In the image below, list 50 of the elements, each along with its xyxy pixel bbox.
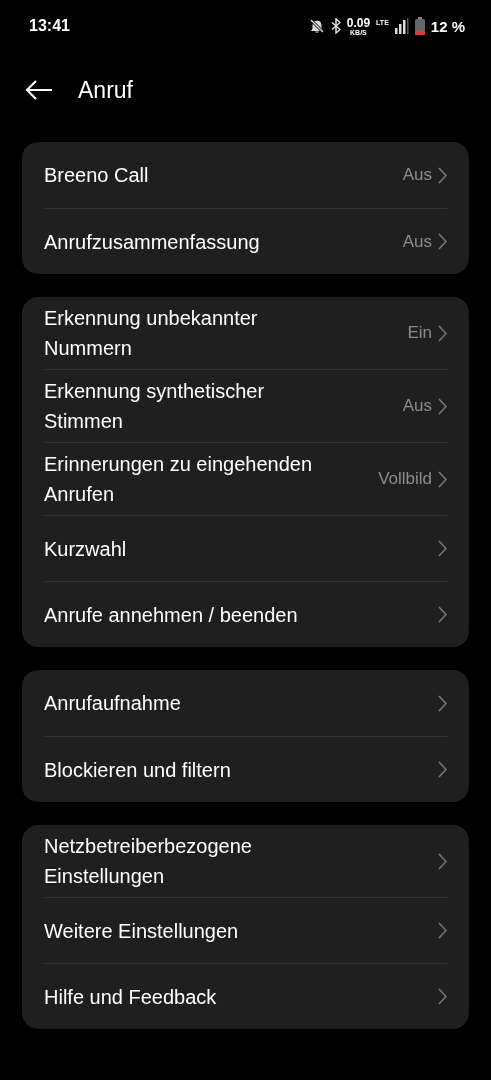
setting-value: Ein bbox=[407, 323, 432, 343]
page-title: Anruf bbox=[78, 76, 133, 104]
setting-label: Erkennung unbekannter Nummern bbox=[44, 306, 259, 361]
setting-value: Aus bbox=[402, 396, 432, 416]
signal-icon bbox=[394, 18, 409, 34]
setting-label: Netzbetreiberbezogene Einstellungen bbox=[44, 834, 253, 889]
chevron-icon bbox=[438, 397, 447, 415]
chevron-icon bbox=[438, 988, 447, 1005]
chevron-icon bbox=[438, 233, 447, 250]
setting-label: Hilfe und Feedback bbox=[44, 984, 217, 1010]
setting-label: Anrufaufnahme bbox=[44, 691, 181, 716]
settings-row[interactable]: Erkennung unbekannter Nummern Ein bbox=[44, 297, 447, 369]
chevron-icon bbox=[438, 470, 447, 488]
settings-row[interactable]: Netzbetreiberbezogene Einstellungen bbox=[44, 825, 447, 897]
chevron-icon bbox=[438, 694, 447, 712]
setting-label: Breeno Call bbox=[44, 163, 149, 188]
settings-row[interactable]: Anrufzusammenfassung Aus bbox=[44, 208, 447, 274]
chevron-icon bbox=[438, 166, 447, 184]
settings-row[interactable]: Breeno Call Aus bbox=[44, 142, 447, 208]
chevron-icon bbox=[438, 606, 447, 623]
setting-label: Blockieren und filtern bbox=[44, 757, 231, 783]
setting-label: Anrufzusammenfassung bbox=[44, 229, 260, 255]
settings-row[interactable]: Anrufe annehmen / beenden bbox=[44, 581, 447, 647]
setting-value: Aus bbox=[402, 165, 432, 185]
network-speed: 0.09 bbox=[346, 16, 371, 29]
settings-row[interactable]: Blockieren und filtern bbox=[44, 736, 447, 802]
chevron-icon bbox=[438, 852, 447, 870]
chevron-icon bbox=[438, 324, 447, 342]
setting-value: Aus bbox=[402, 231, 432, 252]
settings-row[interactable]: Hilfe und Feedback bbox=[44, 963, 447, 1029]
settings-row[interactable]: Kurzwahl bbox=[44, 515, 447, 581]
back-button[interactable] bbox=[24, 79, 54, 101]
setting-label: Kurzwahl bbox=[44, 536, 127, 562]
status-time: 13:41 bbox=[29, 17, 70, 35]
settings-row[interactable]: Erkennung synthetischer Stimmen Aus bbox=[44, 369, 447, 442]
setting-label: Erinnerungen zu eingehenden Anrufen bbox=[44, 452, 313, 507]
chevron-icon bbox=[438, 922, 447, 939]
settings-row[interactable]: Weitere Einstellungen bbox=[44, 897, 447, 963]
chevron-icon bbox=[438, 540, 447, 557]
setting-label: Weitere Einstellungen bbox=[44, 918, 239, 944]
battery-icon bbox=[414, 17, 425, 35]
settings-row[interactable]: Erinnerungen zu eingehenden Anrufen Vollbild bbox=[44, 442, 447, 515]
bell-off-icon bbox=[308, 18, 325, 34]
setting-label: Erkennung synthetischer Stimmen bbox=[44, 379, 266, 434]
bluetooth-icon bbox=[330, 18, 341, 34]
settings-row[interactable]: Anrufaufnahme bbox=[44, 670, 447, 736]
setting-value: Vollbild bbox=[378, 469, 432, 489]
battery-percent: 12 % bbox=[430, 17, 465, 35]
chevron-icon bbox=[438, 761, 447, 778]
setting-label: Anrufe annehmen / beenden bbox=[44, 602, 298, 628]
